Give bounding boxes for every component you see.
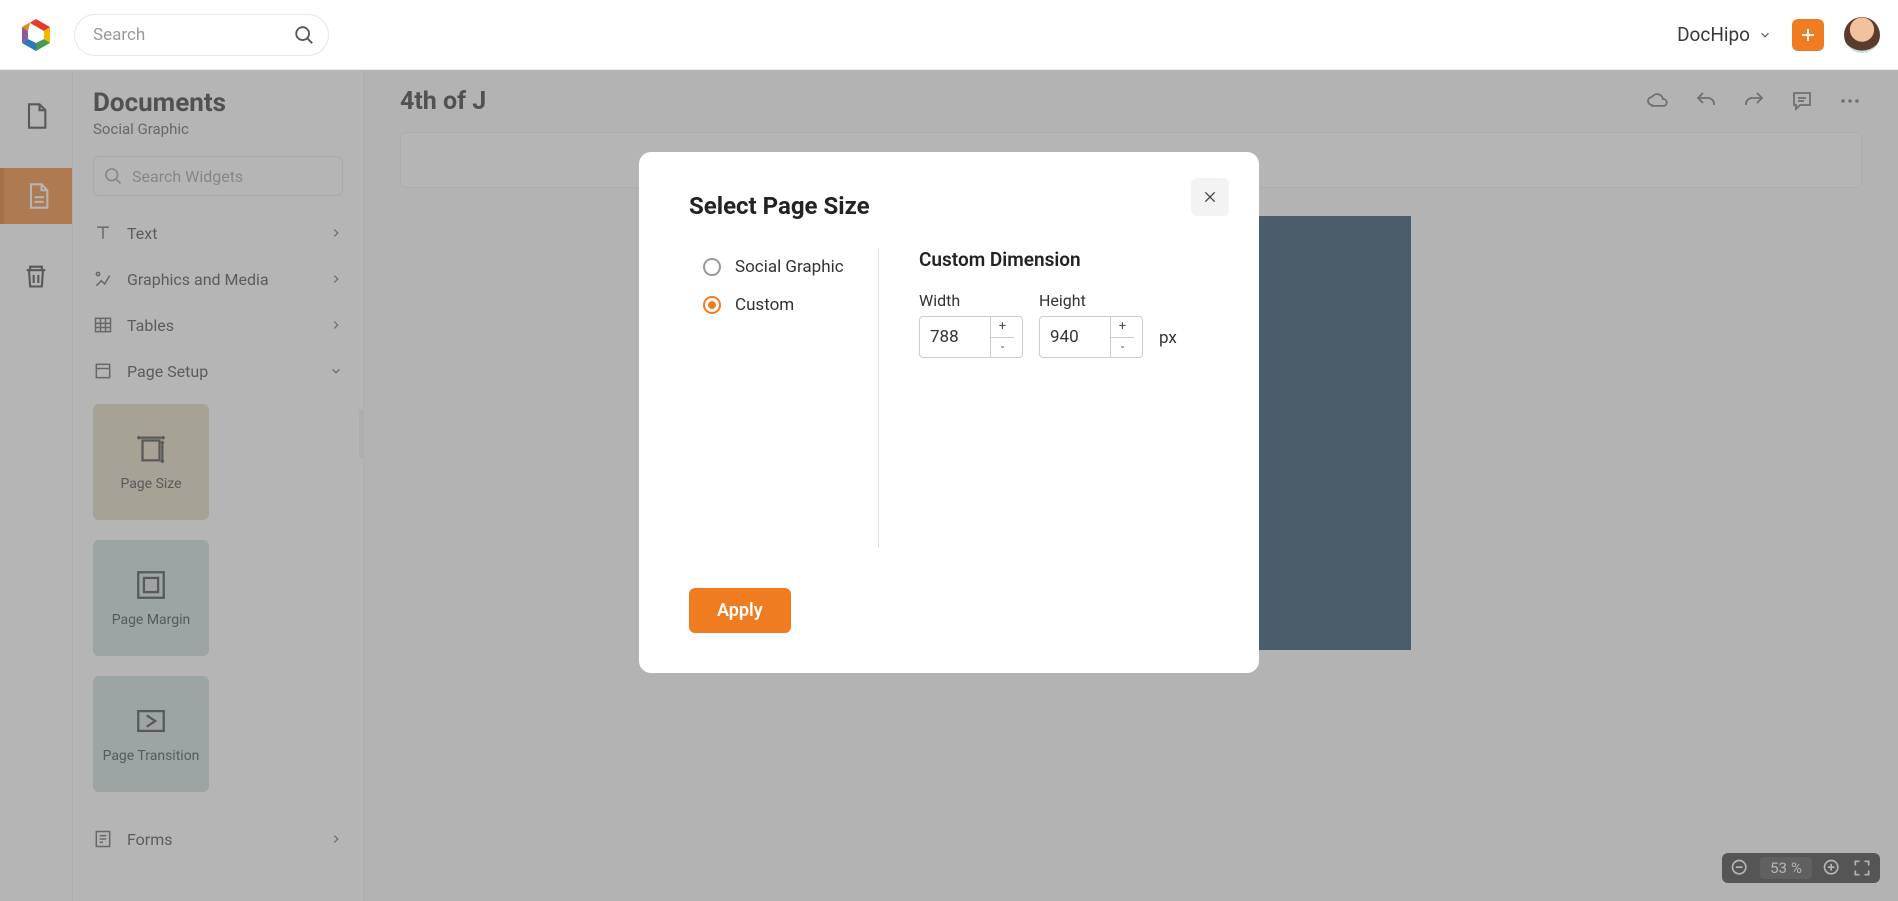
workspace-name: DocHipo <box>1677 23 1750 46</box>
search-icon <box>293 24 315 46</box>
workspace-dropdown[interactable]: DocHipo <box>1677 23 1772 46</box>
user-avatar[interactable] <box>1844 17 1880 53</box>
custom-dimension-panel: Custom Dimension Width + - <box>879 248 1209 548</box>
page-size-modal: Select Page Size Social Graphic Custom <box>639 152 1259 673</box>
option-label: Social Graphic <box>735 257 844 277</box>
custom-dimension-title: Custom Dimension <box>919 248 1209 271</box>
global-search <box>74 14 329 56</box>
radio-selected-icon <box>703 296 721 314</box>
option-social-graphic[interactable]: Social Graphic <box>703 248 848 286</box>
height-input[interactable] <box>1040 317 1110 357</box>
size-options: Social Graphic Custom <box>689 248 879 548</box>
chevron-down-icon <box>1758 28 1772 42</box>
width-increment-button[interactable]: + <box>991 317 1014 338</box>
height-decrement-button[interactable]: - <box>1111 338 1134 358</box>
unit-label: px <box>1159 328 1177 358</box>
option-custom[interactable]: Custom <box>703 286 848 324</box>
topbar: DocHipo <box>0 0 1898 70</box>
modal-scrim[interactable]: Select Page Size Social Graphic Custom <box>0 70 1898 901</box>
app-logo[interactable] <box>18 17 54 53</box>
global-search-input[interactable] <box>74 14 329 56</box>
option-label: Custom <box>735 295 794 315</box>
modal-close-button[interactable] <box>1191 178 1229 216</box>
apply-button[interactable]: Apply <box>689 588 791 633</box>
width-input[interactable] <box>920 317 990 357</box>
height-increment-button[interactable]: + <box>1111 317 1134 338</box>
plus-icon <box>1799 26 1817 44</box>
height-spinbox: + - <box>1039 316 1143 358</box>
width-label: Width <box>919 291 1023 310</box>
width-decrement-button[interactable]: - <box>991 338 1014 358</box>
height-label: Height <box>1039 291 1143 310</box>
radio-icon <box>703 258 721 276</box>
width-spinbox: + - <box>919 316 1023 358</box>
modal-title: Select Page Size <box>689 192 1209 220</box>
close-icon <box>1202 189 1218 205</box>
new-document-button[interactable] <box>1792 19 1824 51</box>
